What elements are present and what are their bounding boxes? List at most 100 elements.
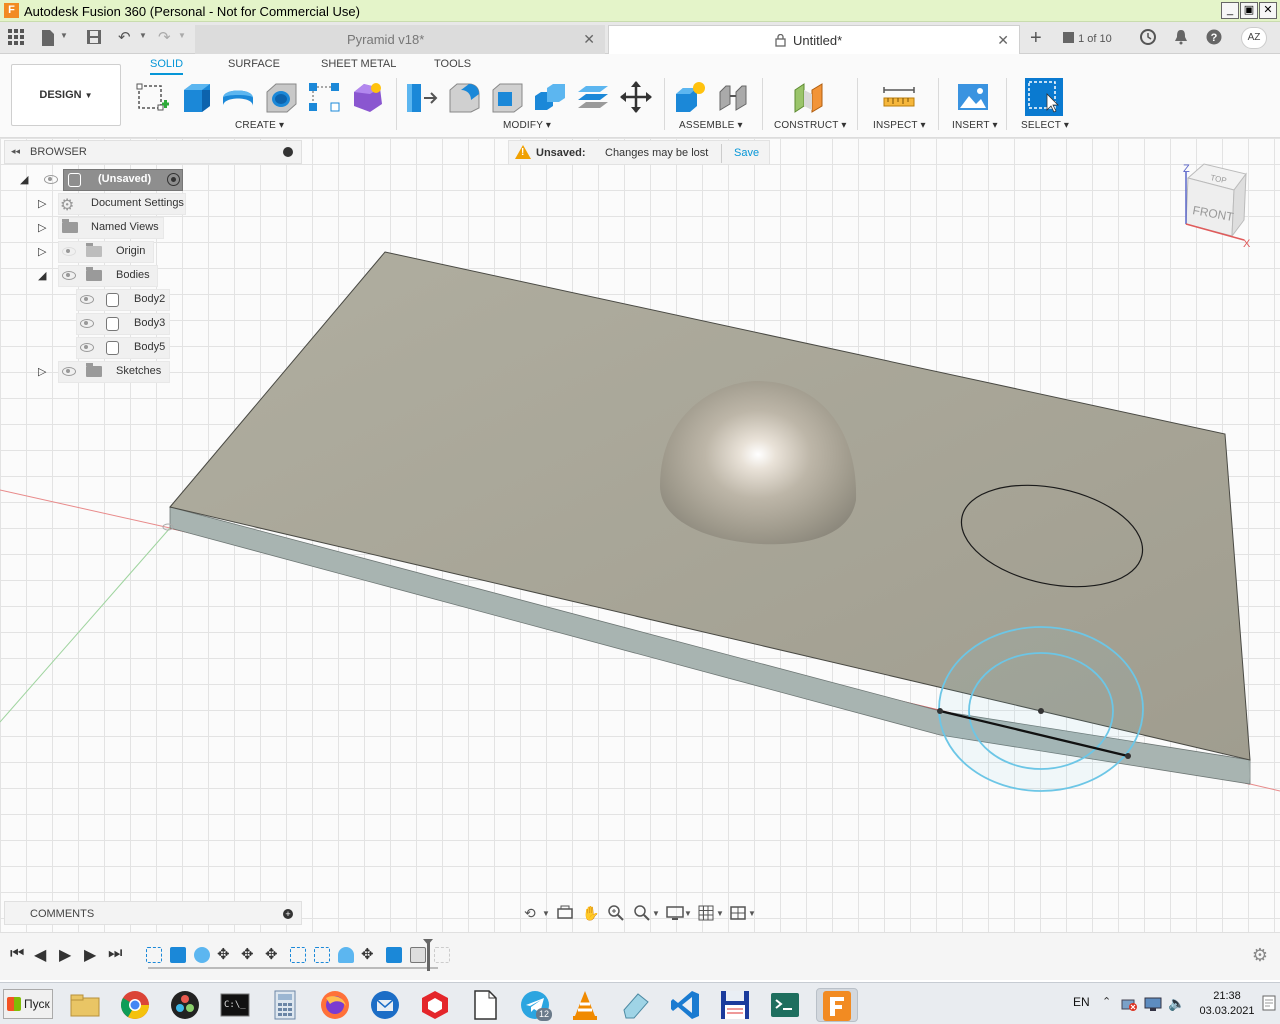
- close-window-button[interactable]: ✕: [1259, 2, 1277, 19]
- chrome-icon[interactable]: [118, 988, 152, 1022]
- tray-volume-icon[interactable]: 🔈: [1168, 995, 1185, 1012]
- collapsed-arrow-icon[interactable]: ▷: [38, 197, 50, 210]
- new-component-icon[interactable]: [673, 80, 707, 114]
- pan-hand-icon[interactable]: ✋: [582, 905, 599, 922]
- tree-item-body2[interactable]: Body2: [76, 289, 176, 311]
- select-menu[interactable]: SELECT ▾: [1021, 120, 1069, 131]
- timeline-feature-icon[interactable]: [410, 947, 426, 963]
- redo-icon[interactable]: ↷: [158, 29, 171, 47]
- fillet-icon[interactable]: [447, 80, 481, 114]
- expanded-arrow-icon[interactable]: ◢: [38, 269, 50, 282]
- timeline-sketch-icon[interactable]: [290, 947, 306, 963]
- undo-icon[interactable]: ↶: [118, 29, 131, 47]
- offset-plane-icon[interactable]: [792, 80, 826, 114]
- timeline-marker-head-icon[interactable]: [423, 939, 433, 945]
- app-grid-icon[interactable]: [8, 29, 24, 47]
- browser-header[interactable]: ◂◂ BROWSER: [4, 140, 302, 164]
- select-icon[interactable]: [1025, 78, 1063, 116]
- inspect-menu[interactable]: INSPECT ▾: [873, 120, 926, 131]
- move-copy-icon[interactable]: [619, 80, 653, 114]
- new-tab-plus-icon[interactable]: +: [1030, 28, 1042, 48]
- measure-icon[interactable]: [882, 80, 916, 114]
- viewcube[interactable]: TOP FRONT Z X: [1183, 163, 1251, 250]
- tree-root[interactable]: ◢ (Unsaved): [18, 169, 198, 191]
- display-caret-icon[interactable]: ▼: [684, 909, 692, 918]
- zoom-caret-icon[interactable]: ▼: [652, 909, 660, 918]
- go-to-end-icon[interactable]: ⏭: [108, 945, 122, 963]
- start-button[interactable]: Пуск: [3, 989, 53, 1019]
- modify-menu[interactable]: MODIFY ▾: [503, 120, 551, 131]
- step-back-icon[interactable]: ◀: [34, 945, 46, 965]
- fusion-360-taskbar-icon[interactable]: [816, 988, 858, 1022]
- tray-monitor-icon[interactable]: [1144, 996, 1162, 1015]
- job-status[interactable]: 1 of 10: [1062, 29, 1122, 47]
- tree-item-body5[interactable]: Body5: [76, 337, 176, 359]
- collapse-panel-icon[interactable]: ◂◂: [11, 146, 20, 157]
- joint-icon[interactable]: [716, 80, 750, 114]
- blank-document-icon[interactable]: [468, 988, 502, 1022]
- timeline-move-icon[interactable]: ✥: [265, 945, 278, 963]
- minimize-button[interactable]: _: [1221, 2, 1239, 19]
- sketchup-icon[interactable]: [418, 988, 452, 1022]
- display-settings-icon[interactable]: [666, 905, 684, 924]
- close-tab-icon[interactable]: ✕: [583, 25, 595, 54]
- tree-item-origin[interactable]: ▷ Origin: [38, 241, 198, 263]
- file-icon[interactable]: [40, 29, 56, 47]
- workspace-switcher-button[interactable]: DESIGN ▼: [11, 64, 121, 126]
- create-form-icon[interactable]: [350, 80, 384, 114]
- timeline-move-icon[interactable]: ✥: [217, 945, 230, 963]
- collapsed-arrow-icon[interactable]: ▷: [38, 221, 50, 234]
- command-prompt-icon[interactable]: C:\_: [218, 988, 252, 1022]
- timeline-settings-gear-icon[interactable]: ⚙: [1252, 945, 1268, 966]
- firefox-icon[interactable]: [318, 988, 352, 1022]
- vscode-icon[interactable]: [668, 988, 702, 1022]
- hole-icon[interactable]: [264, 80, 298, 114]
- look-at-icon[interactable]: [557, 905, 573, 922]
- davinci-resolve-icon[interactable]: [168, 988, 202, 1022]
- offset-face-icon[interactable]: [576, 80, 610, 114]
- timeline-sketch-icon[interactable]: [146, 947, 162, 963]
- viewports-caret-icon[interactable]: ▼: [748, 909, 756, 918]
- visibility-eye-icon[interactable]: [62, 271, 76, 280]
- tab-untitled[interactable]: Untitled* ✕: [608, 25, 1020, 54]
- telegram-icon[interactable]: 12: [518, 988, 552, 1022]
- visibility-eye-icon[interactable]: [44, 175, 58, 184]
- comments-panel[interactable]: COMMENTS +: [4, 901, 302, 925]
- tab-sheet-metal[interactable]: SHEET METAL: [321, 58, 396, 70]
- clock-icon[interactable]: [1140, 29, 1156, 47]
- expanded-arrow-icon[interactable]: ◢: [20, 173, 32, 186]
- go-to-start-icon[interactable]: ⏮: [10, 945, 24, 963]
- tree-item-document-settings[interactable]: ▷ ⚙ Document Settings: [38, 193, 198, 215]
- tab-pyramid[interactable]: Pyramid v18* ✕: [195, 25, 605, 54]
- construct-menu[interactable]: CONSTRUCT ▾: [774, 120, 847, 131]
- visibility-eye-icon[interactable]: [80, 343, 94, 352]
- redo-caret-icon[interactable]: ▼: [178, 31, 186, 40]
- play-icon[interactable]: ▶: [59, 945, 71, 965]
- help-icon[interactable]: ?: [1206, 29, 1222, 47]
- tray-notification-icon[interactable]: [1262, 993, 1276, 1013]
- timeline-sketch-icon[interactable]: [314, 947, 330, 963]
- eraser-app-icon[interactable]: [618, 988, 652, 1022]
- chamfer-icon[interactable]: [490, 80, 524, 114]
- calculator-icon[interactable]: [268, 988, 302, 1022]
- thunderbird-icon[interactable]: [368, 988, 402, 1022]
- viewports-icon[interactable]: [730, 905, 746, 924]
- explorer-folder-icon[interactable]: [68, 988, 102, 1022]
- system-clock[interactable]: 21:38 03.03.2021: [1196, 989, 1258, 1019]
- collapsed-arrow-icon[interactable]: ▷: [38, 245, 50, 258]
- terminal-icon[interactable]: [768, 988, 802, 1022]
- tree-item-sketches[interactable]: ▷ Sketches: [38, 361, 198, 383]
- insert-image-icon[interactable]: [956, 80, 990, 114]
- tab-tools[interactable]: TOOLS: [434, 58, 471, 70]
- activate-radio-icon[interactable]: [167, 173, 180, 186]
- tray-network-icon[interactable]: [1120, 996, 1138, 1015]
- save-icon[interactable]: [86, 29, 102, 47]
- orbit-icon[interactable]: ⟲: [524, 905, 536, 922]
- press-pull-icon[interactable]: [404, 80, 438, 114]
- grid-settings-icon[interactable]: [698, 905, 714, 924]
- tab-solid[interactable]: SOLID: [150, 58, 184, 75]
- add-comment-icon[interactable]: +: [283, 909, 293, 919]
- floppy-save-app-icon[interactable]: [718, 988, 752, 1022]
- tray-expand-icon[interactable]: ⌃: [1102, 995, 1111, 1008]
- timeline-move-icon[interactable]: ✥: [361, 945, 374, 963]
